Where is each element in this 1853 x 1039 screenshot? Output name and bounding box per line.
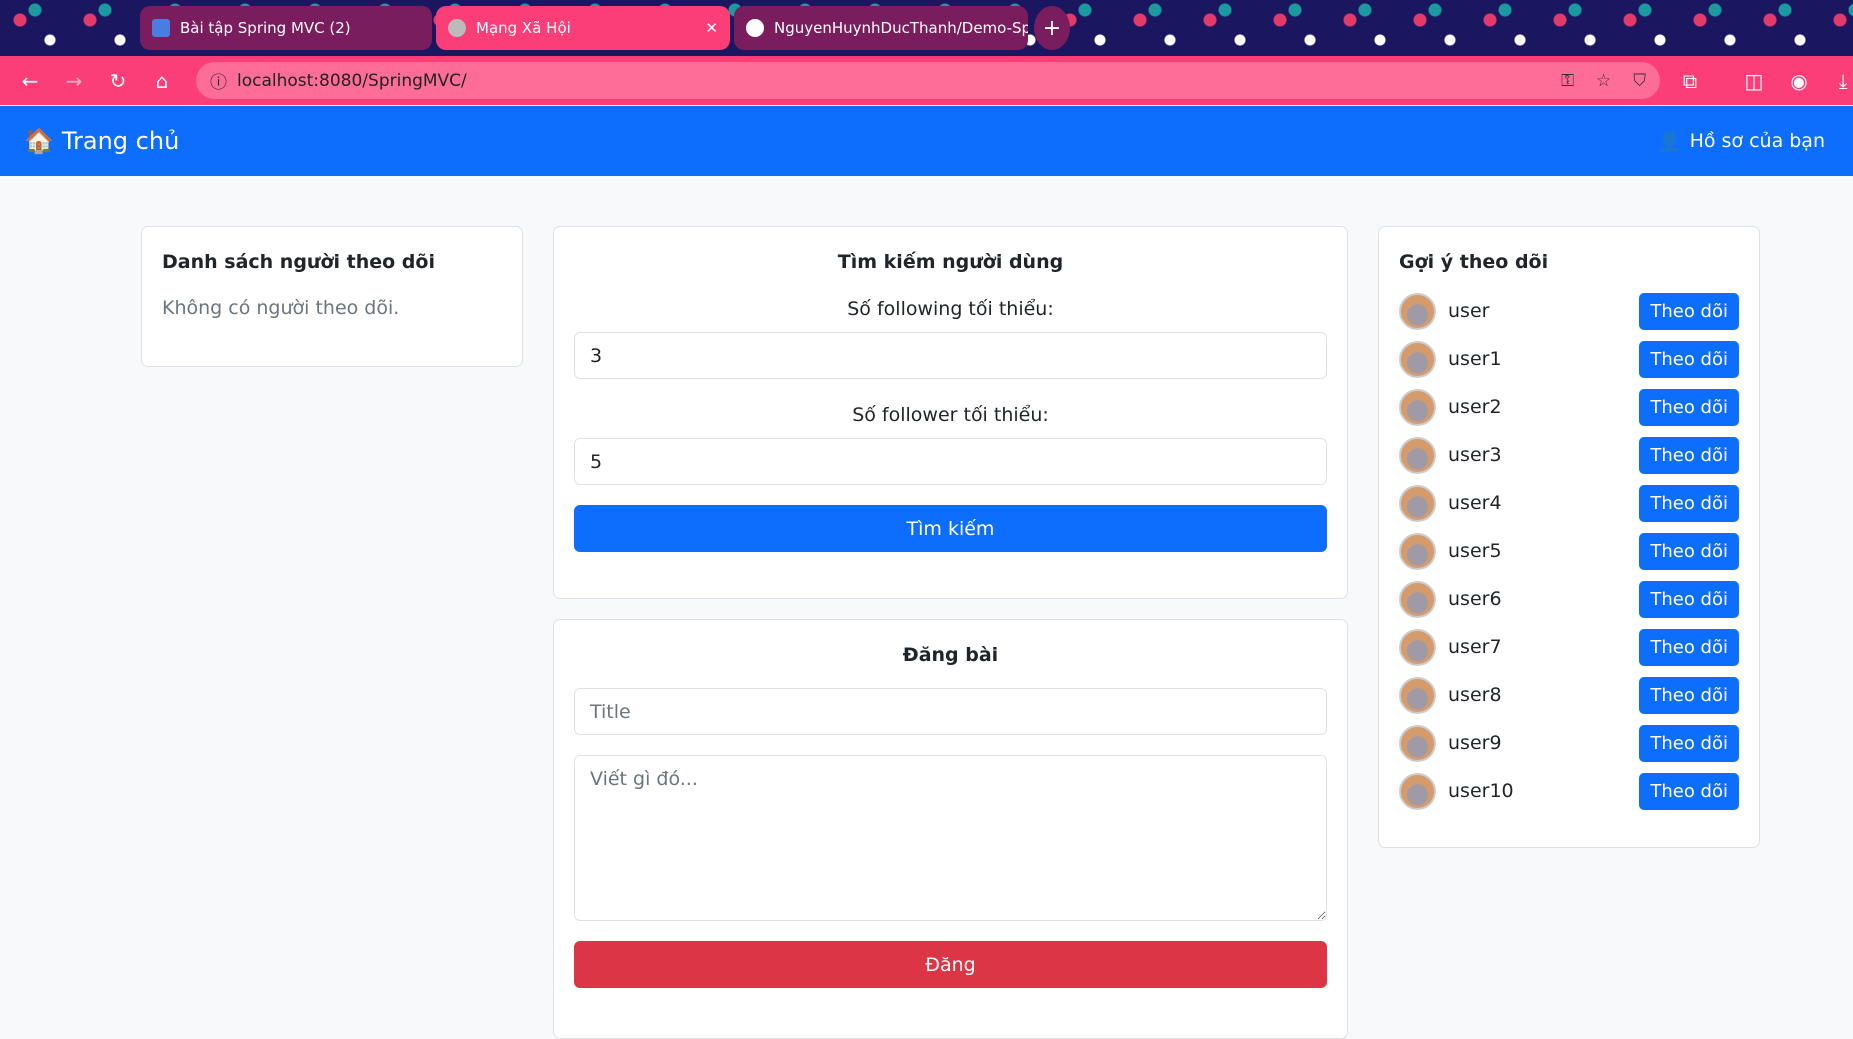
follow-button[interactable]: Theo dõi bbox=[1639, 724, 1739, 762]
avatar bbox=[1399, 388, 1436, 426]
suggestion-row: user1 Theo dõi bbox=[1399, 335, 1739, 383]
min-follower-label: Số follower tối thiểu: bbox=[852, 404, 1049, 426]
navbar: 🏠 Trang chủ 👤 Hồ sơ của bạn bbox=[0, 106, 1853, 176]
suggestion-username[interactable]: user7 bbox=[1448, 636, 1639, 658]
suggestion-row: user8 Theo dõi bbox=[1399, 671, 1739, 719]
profile-avatar-icon[interactable]: ◉ bbox=[1777, 69, 1821, 93]
key-icon[interactable]: ⚿ bbox=[1561, 71, 1574, 91]
suggestion-row: user2 Theo dõi bbox=[1399, 383, 1739, 431]
follow-button[interactable]: Theo dõi bbox=[1639, 436, 1739, 474]
new-tab-button[interactable]: + bbox=[1034, 6, 1070, 50]
avatar bbox=[1399, 292, 1436, 330]
forward-icon[interactable]: → bbox=[52, 69, 96, 93]
follow-button[interactable]: Theo dõi bbox=[1639, 580, 1739, 618]
search-button[interactable]: Tìm kiếm bbox=[574, 505, 1327, 552]
search-card: Tìm kiếm người dùng Số following tối thi… bbox=[553, 226, 1348, 599]
avatar bbox=[1399, 436, 1436, 474]
suggestion-row: user5 Theo dõi bbox=[1399, 527, 1739, 575]
follow-button[interactable]: Theo dõi bbox=[1639, 484, 1739, 522]
avatar bbox=[1399, 628, 1436, 666]
follow-button[interactable]: Theo dõi bbox=[1639, 772, 1739, 810]
suggestion-username[interactable]: user8 bbox=[1448, 684, 1639, 706]
address-bar[interactable]: ⓘ localhost:8080/SpringMVC/ ⚿ ☆ ⛉ bbox=[196, 62, 1660, 99]
suggestion-username[interactable]: user bbox=[1448, 300, 1639, 322]
tab-mang-xa-hoi[interactable]: Mạng Xã Hội ✕ bbox=[436, 6, 730, 50]
avatar bbox=[1399, 340, 1436, 378]
suggestion-username[interactable]: user4 bbox=[1448, 492, 1639, 514]
home-link[interactable]: 🏠 Trang chủ bbox=[24, 127, 179, 155]
post-submit-button[interactable]: Đăng bbox=[574, 941, 1327, 988]
tab-label: NguyenHuynhDucThanh/Demo-Sp bbox=[774, 19, 1028, 37]
user-icon: 👤 bbox=[1657, 130, 1682, 153]
brand-label: Trang chủ bbox=[61, 127, 180, 155]
follow-button[interactable]: Theo dõi bbox=[1639, 292, 1739, 330]
followers-empty-text: Không có người theo dõi. bbox=[162, 297, 400, 319]
profile-label: Hồ sơ của bạn bbox=[1689, 130, 1825, 152]
avatar bbox=[1399, 580, 1436, 618]
post-title-input[interactable] bbox=[574, 688, 1327, 735]
suggestions-card: Gợi ý theo dõi user Theo dõi user1 Theo dõi… bbox=[1378, 226, 1760, 848]
download-icon[interactable]: ⤓ bbox=[1821, 69, 1853, 93]
avatar bbox=[1399, 676, 1436, 714]
suggestions-list: user Theo dõi user1 Theo dõi user2 Theo dõi us… bbox=[1399, 287, 1739, 815]
tab-favicon-icon bbox=[152, 19, 170, 37]
suggestions-title: Gợi ý theo dõi bbox=[1399, 251, 1549, 273]
bookmark-star-icon[interactable]: ☆ bbox=[1596, 71, 1611, 91]
suggestion-row: user9 Theo dõi bbox=[1399, 719, 1739, 767]
follow-button[interactable]: Theo dõi bbox=[1639, 532, 1739, 570]
profile-link[interactable]: 👤 Hồ sơ của bạn bbox=[1658, 130, 1825, 153]
post-card: Đăng bài Đăng bbox=[553, 619, 1348, 1039]
browser-tab-bar: Bài tập Spring MVC (2) Mạng Xã Hội ✕ Nguy… bbox=[0, 0, 1853, 56]
min-following-input[interactable] bbox=[574, 332, 1327, 379]
close-tab-icon[interactable]: ✕ bbox=[705, 19, 718, 37]
suggestion-username[interactable]: user3 bbox=[1448, 444, 1639, 466]
home-icon[interactable]: ⌂ bbox=[140, 69, 184, 93]
follow-button[interactable]: Theo dõi bbox=[1639, 388, 1739, 426]
tab-label: Bài tập Spring MVC (2) bbox=[180, 19, 351, 37]
suggestion-row: user Theo dõi bbox=[1399, 287, 1739, 335]
follow-button[interactable]: Theo dõi bbox=[1639, 628, 1739, 666]
follow-button[interactable]: Theo dõi bbox=[1639, 340, 1739, 378]
search-title: Tìm kiếm người dùng bbox=[837, 251, 1064, 273]
tab-label: Mạng Xã Hội bbox=[476, 19, 571, 37]
url-text[interactable]: localhost:8080/SpringMVC/ bbox=[237, 71, 467, 91]
avatar bbox=[1399, 532, 1436, 570]
avatar bbox=[1399, 772, 1436, 810]
side-panel-icon[interactable]: ◫ bbox=[1732, 69, 1776, 93]
address-toolbar: ← → ↻ ⌂ ⓘ localhost:8080/SpringMVC/ ⚿ ☆ ⛉ … bbox=[0, 56, 1853, 105]
min-follower-input[interactable] bbox=[574, 438, 1327, 485]
globe-icon bbox=[448, 19, 466, 37]
followers-card: Danh sách người theo dõi Không có người … bbox=[141, 226, 523, 367]
post-title: Đăng bài bbox=[902, 644, 999, 666]
tab-bai-tap[interactable]: Bài tập Spring MVC (2) bbox=[140, 6, 432, 50]
suggestion-username[interactable]: user10 bbox=[1448, 780, 1639, 802]
house-icon: 🏠 bbox=[24, 127, 54, 155]
suggestion-row: user6 Theo dõi bbox=[1399, 575, 1739, 623]
suggestion-username[interactable]: user9 bbox=[1448, 732, 1639, 754]
suggestion-row: user3 Theo dõi bbox=[1399, 431, 1739, 479]
suggestion-row: user4 Theo dõi bbox=[1399, 479, 1739, 527]
tab-github[interactable]: NguyenHuynhDucThanh/Demo-Sp bbox=[734, 6, 1028, 50]
suggestion-username[interactable]: user6 bbox=[1448, 588, 1639, 610]
site-info-icon[interactable]: ⓘ bbox=[210, 68, 227, 93]
avatar bbox=[1399, 724, 1436, 762]
follow-button[interactable]: Theo dõi bbox=[1639, 676, 1739, 714]
followers-title: Danh sách người theo dõi bbox=[162, 251, 435, 273]
suggestion-row: user10 Theo dõi bbox=[1399, 767, 1739, 815]
suggestion-username[interactable]: user1 bbox=[1448, 348, 1639, 370]
suggestion-row: user7 Theo dõi bbox=[1399, 623, 1739, 671]
extensions-icon[interactable]: ⧉ bbox=[1668, 69, 1712, 93]
post-content-textarea[interactable] bbox=[574, 755, 1327, 921]
shield-icon[interactable]: ⛉ bbox=[1633, 71, 1646, 91]
back-icon[interactable]: ← bbox=[8, 69, 52, 93]
reload-icon[interactable]: ↻ bbox=[96, 69, 140, 93]
min-following-label: Số following tối thiểu: bbox=[847, 298, 1054, 320]
suggestion-username[interactable]: user2 bbox=[1448, 396, 1639, 418]
avatar bbox=[1399, 484, 1436, 522]
suggestion-username[interactable]: user5 bbox=[1448, 540, 1639, 562]
github-icon bbox=[746, 19, 764, 37]
